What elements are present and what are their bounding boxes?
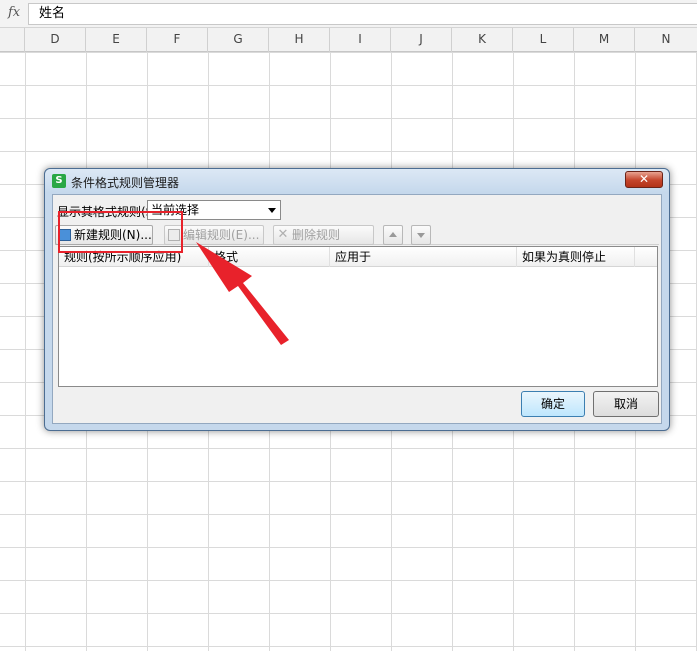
col-header-stop-if-true[interactable]: 如果为真则停止 [517, 247, 635, 267]
close-icon: ✕ [638, 172, 650, 186]
delete-rule-label: 删除规则 [292, 228, 341, 242]
annotation-highlight-box [58, 211, 183, 253]
column-header[interactable]: D [25, 28, 86, 52]
column-header[interactable]: G [208, 28, 269, 52]
corner-cell[interactable] [0, 28, 25, 52]
formula-input[interactable]: 姓名 [28, 3, 697, 25]
column-header[interactable]: H [269, 28, 330, 52]
column-header-row: D E F G H I J K L M N [0, 28, 697, 52]
move-down-button[interactable] [411, 225, 431, 245]
conditional-format-rules-dialog: S 条件格式规则管理器 ✕ 显示其格式规则(S): 当前选择 新建规则(N)..… [44, 168, 670, 431]
move-up-button[interactable] [383, 225, 403, 245]
fx-icon: fx [8, 5, 21, 20]
delete-rule-button[interactable]: ✕ 删除规则 [273, 225, 374, 245]
column-header[interactable]: L [513, 28, 574, 52]
column-header[interactable]: I [330, 28, 391, 52]
column-header[interactable]: E [86, 28, 147, 52]
dialog-title: 条件格式规则管理器 [71, 176, 180, 190]
col-header-applies-to[interactable]: 应用于 [330, 247, 517, 267]
chevron-down-icon [268, 208, 276, 213]
edit-rule-label: 编辑规则(E)... [183, 228, 260, 242]
column-header[interactable]: K [452, 28, 513, 52]
column-header[interactable]: F [147, 28, 208, 52]
column-header[interactable]: M [574, 28, 635, 52]
column-header[interactable]: N [635, 28, 697, 52]
ok-button[interactable]: 确定 [521, 391, 585, 417]
cancel-button[interactable]: 取消 [593, 391, 659, 417]
column-header[interactable]: J [391, 28, 452, 52]
rules-list[interactable]: 规则(按所示顺序应用) 格式 应用于 如果为真则停止 [58, 246, 658, 387]
dialog-titlebar[interactable]: S 条件格式规则管理器 ✕ [45, 169, 669, 193]
arrow-up-icon [389, 232, 397, 237]
close-button[interactable]: ✕ [625, 171, 663, 188]
formula-bar: fx 姓名 [0, 0, 697, 28]
arrow-down-icon [417, 233, 425, 238]
delete-rule-icon: ✕ [277, 227, 289, 242]
app-icon: S [52, 174, 66, 188]
col-header-format[interactable]: 格式 [209, 247, 330, 267]
